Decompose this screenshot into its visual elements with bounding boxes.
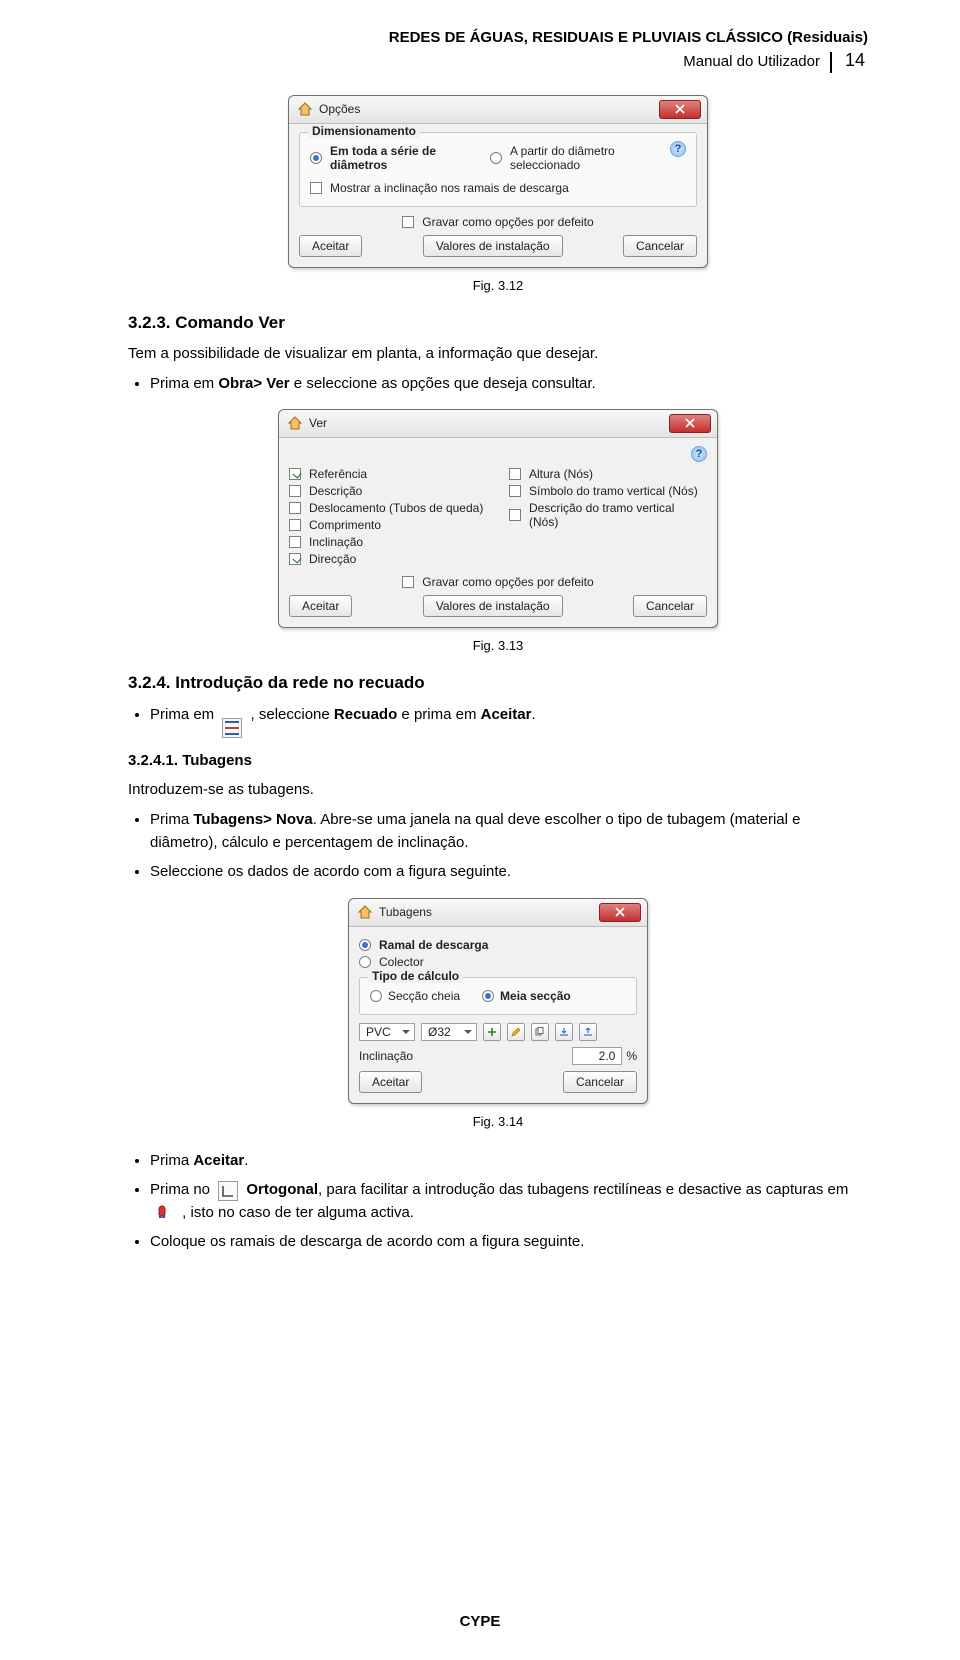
checkbox-descricao[interactable]	[289, 485, 301, 497]
dialog-title: Tubagens	[379, 905, 593, 919]
cancel-button[interactable]: Cancelar	[623, 235, 697, 257]
dialog-title: Ver	[309, 416, 663, 430]
radio-a-partir-diametro-label: A partir do diâmetro seleccionado	[510, 144, 670, 172]
section-3241-bullet-2: Seleccione os dados de acordo com a figu…	[150, 860, 868, 883]
radio-meia-seccao[interactable]	[482, 990, 494, 1002]
checkbox-direccao[interactable]	[289, 553, 301, 565]
radio-meia-seccao-label: Meia secção	[500, 989, 571, 1003]
edit-icon[interactable]	[507, 1023, 525, 1041]
radio-a-partir-diametro[interactable]	[490, 152, 502, 164]
dialog-tubagens: Tubagens Ramal de descarga Colector Tipo…	[348, 898, 648, 1104]
checkbox-mostrar-incl[interactable]	[310, 182, 322, 194]
fig-caption-314: Fig. 3.14	[128, 1114, 868, 1129]
document-title: REDES DE ÁGUAS, RESIDUAIS E PLUVIAIS CLÁ…	[128, 28, 868, 48]
install-values-button[interactable]: Valores de instalação	[423, 235, 563, 257]
section-324-bullet-1: Prima em , seleccione Recuado e prima em…	[150, 703, 868, 738]
checkbox-altura-nos[interactable]	[509, 468, 521, 480]
help-icon[interactable]: ?	[670, 141, 686, 157]
snap-magnet-icon	[154, 1203, 174, 1223]
section-323-paragraph: Tem a possibilidade de visualizar em pla…	[128, 343, 868, 364]
diameter-select[interactable]: Ø32	[421, 1023, 477, 1041]
document-subtitle: Manual do Utilizador	[683, 52, 832, 72]
section-3241-heading: 3.2.4.1. Tubagens	[128, 752, 868, 769]
section-3241-paragraph: Introduzem-se as tubagens.	[128, 779, 868, 800]
checkbox-gravar-defeito-label: Gravar como opções por defeito	[422, 575, 593, 589]
app-icon	[297, 101, 313, 117]
radio-colector-label: Colector	[379, 955, 424, 969]
checkbox-direccao-label: Direcção	[309, 552, 356, 566]
dialog-opcoes: Opções Dimensionamento Em toda a série d…	[288, 95, 708, 268]
checkbox-referencia[interactable]	[289, 468, 301, 480]
export-icon[interactable]	[579, 1023, 597, 1041]
help-icon[interactable]: ?	[691, 446, 707, 462]
inclinacao-label: Inclinação	[359, 1049, 413, 1063]
checkbox-deslocamento-label: Deslocamento (Tubos de queda)	[309, 501, 483, 515]
accept-button[interactable]: Aceitar	[359, 1071, 422, 1093]
document-header: REDES DE ÁGUAS, RESIDUAIS E PLUVIAIS CLÁ…	[128, 28, 868, 73]
radio-ramal-descarga[interactable]	[359, 939, 371, 951]
cancel-button[interactable]: Cancelar	[633, 595, 707, 617]
inclinacao-unit: %	[626, 1049, 637, 1063]
radio-em-toda-serie[interactable]	[310, 152, 322, 164]
checkbox-mostrar-incl-label: Mostrar a inclinação nos ramais de desca…	[330, 181, 569, 195]
checkbox-inclinacao-label: Inclinação	[309, 535, 363, 549]
checkbox-gravar-defeito-label: Gravar como opções por defeito	[422, 215, 593, 229]
checkbox-simbolo-tramo[interactable]	[509, 485, 521, 497]
group-tipo-calculo-title: Tipo de cálculo	[368, 969, 463, 983]
final-bullet-3: Coloque os ramais de descarga de acordo …	[150, 1230, 868, 1253]
checkbox-inclinacao[interactable]	[289, 536, 301, 548]
checkbox-gravar-defeito[interactable]	[402, 576, 414, 588]
footer: CYPE	[0, 1613, 960, 1630]
checkbox-descricao-tramo-label: Descrição do tramo vertical (Nós)	[529, 501, 707, 529]
orthogonal-icon	[218, 1181, 238, 1201]
group-dimens-title: Dimensionamento	[308, 124, 420, 138]
final-bullet-1: Prima Aceitar.	[150, 1149, 868, 1172]
radio-seccao-cheia[interactable]	[370, 990, 382, 1002]
checkbox-simbolo-tramo-label: Símbolo do tramo vertical (Nós)	[529, 484, 698, 498]
section-323-heading: 3.2.3. Comando Ver	[128, 313, 868, 333]
fig-caption-312: Fig. 3.12	[128, 278, 868, 293]
app-icon	[357, 904, 373, 920]
copy-icon[interactable]	[531, 1023, 549, 1041]
import-icon[interactable]	[555, 1023, 573, 1041]
final-bullet-2: Prima no Ortogonal, para facilitar a int…	[150, 1178, 868, 1225]
floor-selector-icon	[222, 718, 242, 738]
checkbox-comprimento[interactable]	[289, 519, 301, 531]
radio-colector[interactable]	[359, 956, 371, 968]
radio-seccao-cheia-label: Secção cheia	[388, 989, 460, 1003]
cancel-button[interactable]: Cancelar	[563, 1071, 637, 1093]
dialog-title: Opções	[319, 102, 653, 116]
checkbox-altura-nos-label: Altura (Nós)	[529, 467, 593, 481]
checkbox-descricao-tramo[interactable]	[509, 509, 521, 521]
inclinacao-field[interactable]: 2.0	[572, 1047, 622, 1065]
dialog-ver: Ver ? Referência Descrição Deslocamento …	[278, 409, 718, 628]
close-button[interactable]	[599, 903, 641, 922]
checkbox-comprimento-label: Comprimento	[309, 518, 381, 532]
install-values-button[interactable]: Valores de instalação	[423, 595, 563, 617]
fig-caption-313: Fig. 3.13	[128, 638, 868, 653]
checkbox-descricao-label: Descrição	[309, 484, 362, 498]
material-select[interactable]: PVC	[359, 1023, 415, 1041]
close-button[interactable]	[669, 414, 711, 433]
accept-button[interactable]: Aceitar	[299, 235, 362, 257]
accept-button[interactable]: Aceitar	[289, 595, 352, 617]
close-button[interactable]	[659, 100, 701, 119]
radio-em-toda-serie-label: Em toda a série de diâmetros	[330, 144, 490, 172]
checkbox-deslocamento[interactable]	[289, 502, 301, 514]
section-324-heading: 3.2.4. Introdução da rede no recuado	[128, 673, 868, 693]
app-icon	[287, 415, 303, 431]
add-icon[interactable]	[483, 1023, 501, 1041]
radio-ramal-descarga-label: Ramal de descarga	[379, 938, 488, 952]
page-number: 14	[842, 48, 868, 72]
checkbox-gravar-defeito[interactable]	[402, 216, 414, 228]
section-3241-bullet-1: Prima Tubagens> Nova. Abre-se uma janela…	[150, 808, 868, 855]
checkbox-referencia-label: Referência	[309, 467, 367, 481]
section-323-bullet-1: Prima em Obra> Ver e seleccione as opçõe…	[150, 372, 868, 395]
